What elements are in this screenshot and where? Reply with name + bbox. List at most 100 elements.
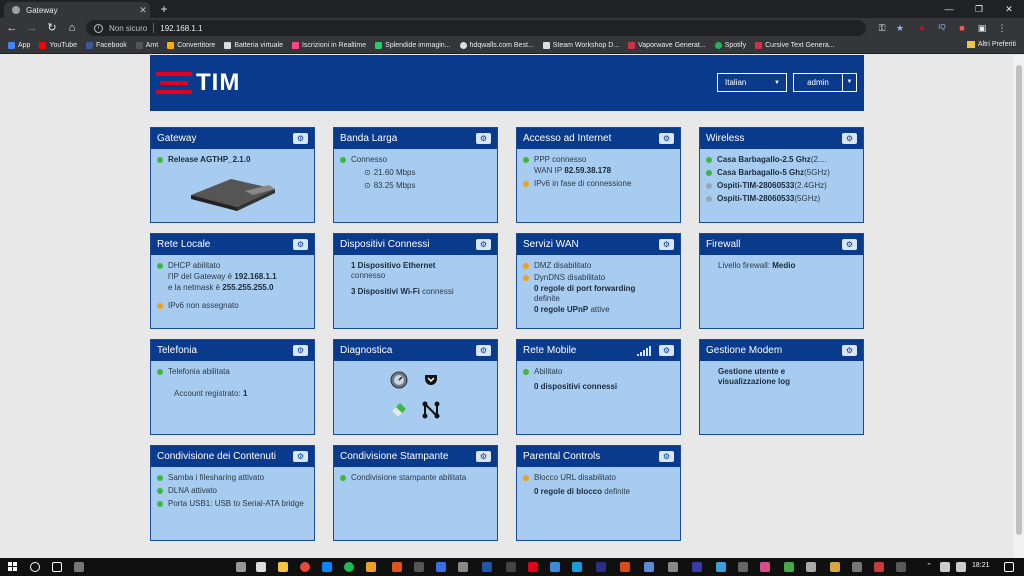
file-explorer-icon[interactable]	[278, 562, 288, 572]
speedometer-icon[interactable]	[390, 371, 408, 389]
app-icon[interactable]	[74, 562, 84, 572]
minimize-icon[interactable]: —	[934, 0, 964, 18]
edge-icon[interactable]	[322, 562, 332, 572]
app-icon[interactable]	[896, 562, 906, 572]
app-icon[interactable]	[366, 562, 376, 572]
app-icon[interactable]	[692, 562, 702, 572]
app-icon[interactable]	[572, 562, 582, 572]
language-select[interactable]: Italian ▼	[717, 73, 787, 92]
close-icon[interactable]: ✕	[136, 5, 150, 16]
gear-icon[interactable]: ⚙	[476, 239, 491, 250]
back-icon[interactable]: ←	[4, 20, 20, 36]
extension-red-icon[interactable]: ●	[916, 22, 928, 34]
gear-icon[interactable]: ⚙	[293, 345, 308, 356]
bookmark-iscrizioni[interactable]: Iscrizioni in Realtime	[291, 42, 366, 49]
app-icon[interactable]	[414, 562, 424, 572]
card-servizi-wan[interactable]: Servizi WAN ⚙ DMZ disabilitato DynDNS dis…	[516, 233, 681, 329]
gear-icon[interactable]: ⚙	[293, 133, 308, 144]
card-condivisione-stampante[interactable]: Condivisione Stampante ⚙ Condivisione sta…	[333, 445, 498, 541]
menu-kebab-icon[interactable]: ⋮	[996, 22, 1008, 34]
url-omnibox[interactable]: i Non sicuro 192.168.1.1	[86, 20, 866, 36]
user-menu-caret-icon[interactable]: ▼	[843, 73, 857, 92]
volume-icon[interactable]	[956, 562, 966, 572]
spotify-icon[interactable]	[344, 562, 354, 572]
tray-chevron-icon[interactable]: ⌃	[924, 562, 934, 572]
app-icon[interactable]	[644, 562, 654, 572]
scrollbar-thumb[interactable]	[1016, 65, 1022, 535]
bookmark-splendide[interactable]: Splendide immagin...	[375, 42, 451, 49]
close-window-icon[interactable]: ✕	[994, 0, 1024, 18]
app-icon[interactable]	[458, 562, 468, 572]
app-icon[interactable]	[874, 562, 884, 572]
card-wireless[interactable]: Wireless ⚙ Casa Barbagallo-2.5 Ghz (2.... …	[699, 127, 864, 223]
maximize-icon[interactable]: ❐	[964, 0, 994, 18]
user-button[interactable]: admin	[793, 73, 843, 92]
app-icon[interactable]	[784, 562, 794, 572]
app-icon[interactable]	[716, 562, 726, 572]
gear-icon[interactable]: ⚙	[476, 451, 491, 462]
card-diagnostica[interactable]: Diagnostica ⚙	[333, 339, 498, 435]
app-icon[interactable]	[436, 562, 446, 572]
gear-icon[interactable]: ⚙	[659, 451, 674, 462]
gear-icon[interactable]: ⚙	[293, 451, 308, 462]
card-gestione-modem[interactable]: Gestione Modem ⚙ Gestione utente e visual…	[699, 339, 864, 435]
card-firewall[interactable]: Firewall ⚙ Livello firewall: Medio	[699, 233, 864, 329]
gear-icon[interactable]: ⚙	[476, 345, 491, 356]
card-accesso-internet[interactable]: Accesso ad Internet ⚙ PPP connesso WAN IP…	[516, 127, 681, 223]
chrome-icon[interactable]	[300, 562, 310, 572]
bookmark-convertitore[interactable]: Convertitore	[167, 42, 215, 49]
card-parental-controls[interactable]: Parental Controls ⚙ Blocco URL disabilita…	[516, 445, 681, 541]
new-tab-button[interactable]: +	[156, 2, 172, 16]
pocket-icon[interactable]	[424, 373, 438, 387]
other-bookmarks[interactable]: Altri Preferiti	[966, 41, 1016, 48]
gear-icon[interactable]: ⚙	[293, 239, 308, 250]
bookmark-cursive[interactable]: Cursive Text Genera...	[755, 42, 835, 49]
app-icon[interactable]	[738, 562, 748, 572]
star-icon[interactable]: ★	[894, 22, 906, 34]
forward-icon[interactable]: →	[24, 20, 40, 36]
card-condivisione-contenuti[interactable]: Condivisione dei Contenuti ⚙ Samba i file…	[150, 445, 315, 541]
card-gateway[interactable]: Gateway ⚙ Release AGTHP_2.1.0	[150, 127, 315, 223]
reload-icon[interactable]: ↻	[44, 20, 60, 36]
app-icon[interactable]	[550, 562, 560, 572]
home-icon[interactable]: ⌂	[64, 20, 80, 36]
gear-icon[interactable]: ⚙	[842, 133, 857, 144]
network-icon[interactable]	[940, 562, 950, 572]
page-scrollbar[interactable]	[1014, 55, 1024, 558]
app-icon[interactable]	[236, 562, 246, 572]
app-icon[interactable]	[668, 562, 678, 572]
eraser-icon[interactable]	[390, 401, 408, 417]
bookmark-hdqwalls[interactable]: hdqwalls.com Best...	[459, 42, 534, 49]
gear-icon[interactable]: ⚙	[842, 239, 857, 250]
taskbar-clock[interactable]: 18:21	[972, 562, 990, 569]
browser-tab-gateway[interactable]: Gateway ✕	[4, 2, 150, 18]
bookmark-batteria[interactable]: Batteria virtuale	[224, 42, 283, 49]
app-icon[interactable]	[392, 562, 402, 572]
app-icon[interactable]	[806, 562, 816, 572]
bookmark-app[interactable]: App	[8, 42, 30, 49]
bookmark-youtube[interactable]: YouTube	[39, 42, 77, 49]
network-nodes-icon[interactable]	[422, 401, 440, 419]
card-rete-locale[interactable]: Rete Locale ⚙ DHCP abilitato l'IP del Gat…	[150, 233, 315, 329]
app-icon[interactable]	[620, 562, 630, 572]
app-icon[interactable]	[830, 562, 840, 572]
app-icon[interactable]	[482, 562, 492, 572]
bookmark-facebook[interactable]: Facebook	[85, 42, 127, 49]
notifications-icon[interactable]	[1004, 562, 1014, 572]
app-icon[interactable]	[760, 562, 770, 572]
gear-icon[interactable]: ⚙	[659, 239, 674, 250]
bookmark-vaporwave[interactable]: Vaporwave Generat...	[628, 42, 706, 49]
bookmark-spotify[interactable]: Spotify	[714, 42, 746, 49]
task-view-icon[interactable]	[52, 562, 62, 572]
gear-icon[interactable]: ⚙	[842, 345, 857, 356]
bookmark-steam[interactable]: Steam Workshop D...	[542, 42, 619, 49]
info-icon[interactable]: i	[94, 23, 103, 33]
key-icon[interactable]: ⚿	[876, 22, 888, 34]
gear-icon[interactable]: ⚙	[659, 345, 674, 356]
extension-iq-icon[interactable]: IQ	[936, 22, 948, 34]
bookmark-amt[interactable]: Amt	[135, 42, 158, 49]
card-telefonia[interactable]: Telefonia ⚙ Telefonia abilitata Account r…	[150, 339, 315, 435]
extension-box-icon[interactable]: ▣	[976, 22, 988, 34]
search-icon[interactable]	[30, 562, 40, 572]
windows-start-icon[interactable]	[8, 562, 18, 572]
